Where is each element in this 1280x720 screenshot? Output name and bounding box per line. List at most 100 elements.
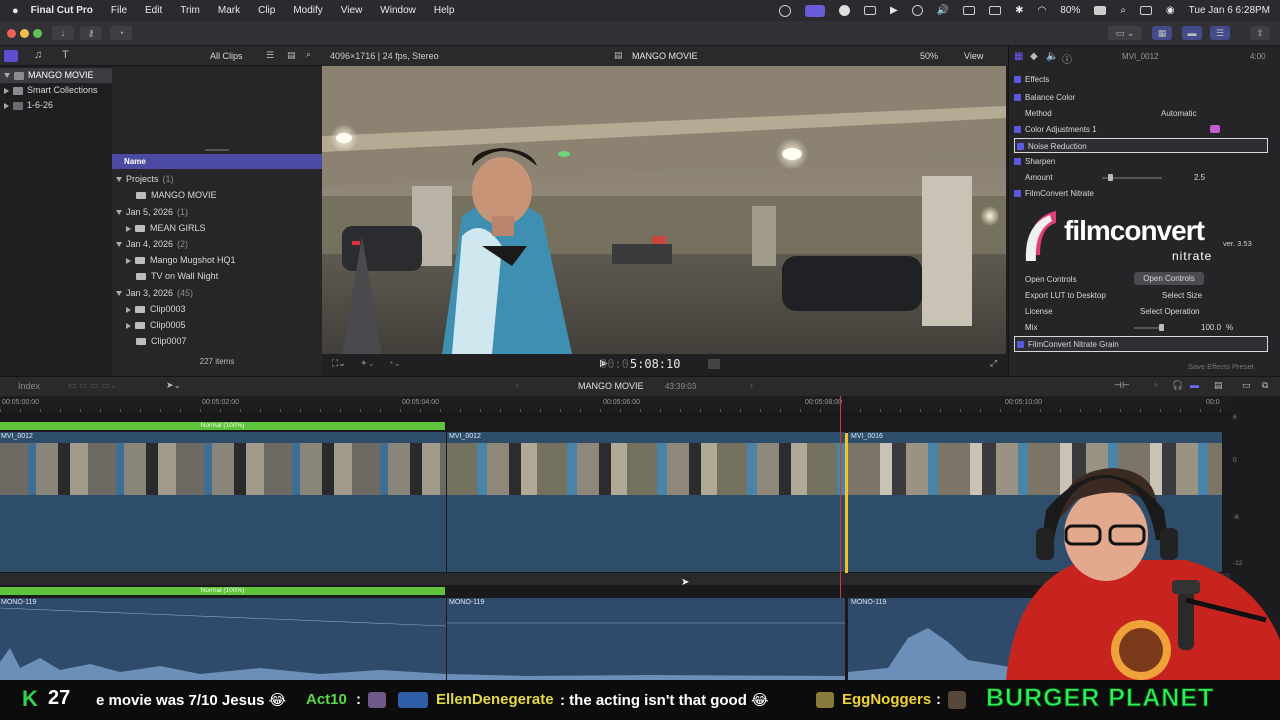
- enhance-icon[interactable]: ✦⌄: [360, 358, 375, 369]
- amount-value[interactable]: 2.5: [1194, 170, 1205, 185]
- apple-icon[interactable]: ●: [12, 5, 19, 17]
- info-inspector-icon[interactable]: ⓘ: [1062, 51, 1072, 66]
- app-menu[interactable]: Final Cut Pro: [31, 5, 93, 16]
- noise-reduction-row[interactable]: Noise Reduction: [1014, 138, 1268, 153]
- timecode-display[interactable]: 00:05:08:10: [600, 357, 680, 371]
- search-icon[interactable]: ⌕: [306, 49, 311, 60]
- append-clip-icon[interactable]: ▭ ▭ ▭ ▭⌄: [68, 380, 117, 391]
- circle-icon[interactable]: [839, 5, 851, 16]
- smart-collections-item[interactable]: Smart Collections: [0, 83, 98, 98]
- clip-filter-menu[interactable]: All Clips: [210, 51, 243, 61]
- status-icon[interactable]: [779, 4, 792, 17]
- export-lut-select[interactable]: Select Size: [1162, 288, 1202, 303]
- timeline-project-name[interactable]: MANGO MOVIE: [578, 381, 644, 391]
- color-inspector-icon[interactable]: ◆: [1030, 51, 1038, 62]
- keyboard-icon[interactable]: [963, 6, 976, 15]
- import-icon[interactable]: ↓: [52, 26, 74, 40]
- mix-slider-knob[interactable]: [1159, 324, 1164, 331]
- audio-clip-2[interactable]: [447, 598, 845, 680]
- menu-clip[interactable]: Clip: [258, 5, 275, 16]
- list-row[interactable]: Jan 5, 2026 (1): [112, 204, 322, 220]
- mix-value[interactable]: 100.0: [1201, 320, 1221, 335]
- video-inspector-icon[interactable]: ▦: [1014, 51, 1023, 62]
- titles-generators-icon[interactable]: T: [62, 49, 69, 61]
- fullscreen-icon[interactable]: ⤢: [990, 358, 997, 369]
- index-button[interactable]: Index: [18, 381, 40, 391]
- grid-icon[interactable]: [864, 6, 877, 15]
- timeline-ruler[interactable]: 00:05:00:00 00:05:02:00 00:05:04:00 00:0…: [0, 396, 1230, 433]
- timeline-toggle-icon[interactable]: ▬: [1182, 26, 1202, 40]
- clock[interactable]: Tue Jan 6 6:28PM: [1189, 5, 1270, 16]
- list-row[interactable]: Clip0005: [112, 317, 322, 333]
- save-effects-preset-button[interactable]: Save Effects Preset: [1188, 362, 1254, 371]
- video-frame[interactable]: [322, 66, 1006, 354]
- menu-window[interactable]: Window: [380, 5, 416, 16]
- select-tool-icon[interactable]: ➤⌄: [166, 380, 181, 391]
- sharpen-row[interactable]: Sharpen: [1014, 154, 1268, 169]
- resize-handle[interactable]: [205, 149, 229, 151]
- amount-slider-knob[interactable]: [1108, 174, 1113, 181]
- balance-color-row[interactable]: Balance Color: [1014, 90, 1268, 105]
- zoom-menu[interactable]: 50%: [920, 51, 938, 61]
- list-row[interactable]: Clip0003: [112, 301, 322, 317]
- clip-appearance-timeline-icon[interactable]: ▤: [1214, 380, 1223, 391]
- list-row[interactable]: Mango Mugshot HQ1: [112, 252, 322, 268]
- list-row[interactable]: Jan 4, 2026 (2): [112, 236, 322, 252]
- menu-view[interactable]: View: [341, 5, 363, 16]
- display-icon[interactable]: [989, 6, 1002, 15]
- list-row[interactable]: Clip0007: [112, 333, 322, 349]
- list-row[interactable]: MANGO MOVIE: [112, 187, 322, 203]
- battery-icon[interactable]: [1094, 6, 1107, 15]
- keyword-icon[interactable]: ⚷: [80, 26, 102, 40]
- zoom-timeline-icon[interactable]: ⧉: [1262, 380, 1268, 391]
- audio-inspector-icon[interactable]: 🔈: [1046, 51, 1058, 62]
- list-view-icon[interactable]: ☰: [266, 50, 274, 61]
- audio-clip-1[interactable]: [0, 598, 446, 680]
- retime-bar[interactable]: Normal (100%): [0, 422, 445, 430]
- menu-mark[interactable]: Mark: [218, 5, 240, 16]
- search-icon[interactable]: ⌕: [1120, 5, 1126, 16]
- menu-edit[interactable]: Edit: [145, 5, 162, 16]
- share-icon[interactable]: ⇪: [1250, 26, 1270, 40]
- browser-toggle-icon[interactable]: ▦: [1152, 26, 1172, 40]
- color-wheel-icon[interactable]: [1210, 125, 1220, 133]
- play-icon[interactable]: ▶: [890, 5, 898, 16]
- close-window-icon[interactable]: [7, 29, 16, 38]
- list-row[interactable]: TV on Wall Night: [112, 268, 322, 284]
- skimming-icon[interactable]: ⊣⊢: [1114, 380, 1130, 391]
- snapping-icon[interactable]: ⊦: [1154, 380, 1159, 391]
- zoom-window-icon[interactable]: [33, 29, 42, 38]
- view-menu[interactable]: View: [964, 51, 983, 61]
- solo-icon[interactable]: ▬: [1190, 380, 1199, 390]
- edit-point-handle[interactable]: [845, 433, 848, 573]
- menu-file[interactable]: File: [111, 5, 127, 16]
- list-row[interactable]: MEAN GIRLS: [112, 220, 322, 236]
- retime-bar-audio[interactable]: Normal (100%): [0, 587, 445, 595]
- history-forward-icon[interactable]: ›: [750, 380, 753, 390]
- filmconvert-row[interactable]: FilmConvert Nitrate: [1014, 186, 1268, 201]
- battery-percent[interactable]: 80%: [1060, 5, 1080, 16]
- color-adjustments-row[interactable]: Color Adjustments 1: [1014, 122, 1268, 137]
- history-back-icon[interactable]: ‹: [516, 380, 519, 390]
- time-icon[interactable]: [911, 5, 923, 16]
- volume-icon[interactable]: 🔊: [937, 5, 949, 16]
- list-row[interactable]: Jan 3, 2026 (45): [112, 285, 322, 301]
- timeline-index-icon[interactable]: ▭: [1242, 380, 1251, 391]
- menu-modify[interactable]: Modify: [293, 5, 322, 16]
- user-icon[interactable]: ◉: [1166, 5, 1175, 16]
- effects-section[interactable]: Effects: [1014, 72, 1268, 87]
- audio-skimming-icon[interactable]: 🎧: [1172, 380, 1183, 391]
- menu-trim[interactable]: Trim: [180, 5, 200, 16]
- screen-record-icon[interactable]: [805, 4, 826, 17]
- event-item[interactable]: 1-6-26: [0, 98, 53, 113]
- minimize-window-icon[interactable]: [20, 29, 29, 38]
- list-row[interactable]: Projects (1): [112, 171, 322, 187]
- filmconvert-grain-row[interactable]: FilmConvert Nitrate Grain: [1014, 336, 1268, 352]
- workspace-icon[interactable]: ▭ ⌄: [1108, 26, 1142, 40]
- method-select[interactable]: Automatic: [1161, 106, 1197, 121]
- column-header-name[interactable]: Name: [112, 154, 322, 169]
- libraries-icon[interactable]: [4, 50, 18, 62]
- photos-audio-icon[interactable]: ♫: [34, 49, 42, 61]
- transform-tool-icon[interactable]: ⛶⌄: [332, 358, 346, 369]
- open-controls-button[interactable]: Open Controls: [1134, 272, 1204, 285]
